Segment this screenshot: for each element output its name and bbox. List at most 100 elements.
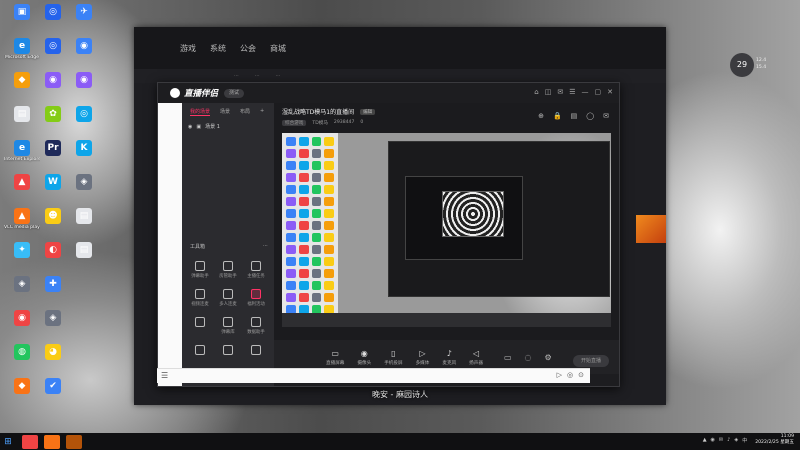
room-title[interactable]: 湿乱战略TD模马1的直播间 — [282, 107, 354, 116]
settings-icon[interactable]: ◎ — [567, 371, 573, 379]
source-tool-icon: ◁ — [472, 348, 480, 358]
app-icon: K — [76, 140, 92, 156]
weather-widget[interactable]: 29 12.4 15.4 — [730, 53, 790, 77]
preview-desktop-mosaic — [282, 133, 338, 327]
start-live-button[interactable]: 开始直播 — [573, 355, 609, 367]
home-icon[interactable]: ⌂ — [534, 88, 538, 97]
mini-icon — [298, 257, 309, 266]
more-icon[interactable]: ⋯ — [263, 243, 268, 250]
source-tool-button[interactable]: ◁ 扬声器 — [469, 349, 483, 366]
taskbar-clock[interactable]: 11:09 2022/2/25 星期五 — [755, 434, 794, 446]
desktop-icon[interactable]: ◉ — [66, 38, 102, 55]
desktop-icon[interactable]: ▤ — [66, 242, 102, 259]
source-tool-button[interactable]: ◉ 摄像头 — [357, 349, 371, 366]
desktop-icon[interactable]: ✚ — [35, 276, 71, 293]
title-pill[interactable]: 测试 — [224, 88, 245, 98]
tool-icon — [195, 289, 205, 299]
desktop-icon[interactable]: ▤ — [66, 208, 102, 225]
desktop-icon[interactable]: ◎ — [66, 106, 102, 123]
game-nav-item[interactable]: 商城 — [270, 43, 286, 54]
extra-tool-icon[interactable]: ⚙ — [545, 353, 552, 362]
edit-tag[interactable]: 编辑 — [360, 108, 376, 115]
tool-item[interactable]: 弹幕助手 — [186, 261, 214, 279]
ime-icon[interactable]: 中 — [742, 437, 747, 444]
game-banner-thumbnail[interactable] — [636, 215, 666, 243]
tray-up-icon[interactable]: ▲ — [703, 437, 707, 443]
start-icon[interactable]: ⊞ — [0, 433, 16, 450]
tray-msg-icon[interactable]: ✉ — [719, 437, 723, 443]
game-nav-item[interactable]: 游戏 — [180, 43, 196, 54]
tool-item[interactable]: 主播任务 — [242, 261, 270, 279]
close-icon[interactable]: ✕ — [607, 88, 613, 97]
taskbar-app-icon[interactable] — [66, 434, 82, 449]
extra-tool-icon[interactable]: ◌ — [525, 353, 532, 362]
desktop-icon[interactable]: ◈ — [66, 174, 102, 191]
menu-icon[interactable]: ☰ — [569, 88, 575, 97]
bell-icon[interactable]: ◯ — [586, 112, 594, 120]
category-chip[interactable]: 综合游戏 — [282, 120, 307, 126]
mail-icon[interactable]: ✉ — [557, 88, 563, 97]
target-icon[interactable]: ⊙ — [578, 371, 584, 379]
stream-preview[interactable] — [282, 133, 611, 327]
taskbar-app-icon[interactable] — [22, 434, 38, 449]
source-tool-button[interactable]: ▷ 多媒体 — [416, 349, 430, 366]
desktop-icon[interactable]: ◈ — [35, 310, 71, 327]
tool-item[interactable]: 视频连麦 — [186, 289, 214, 307]
mini-icon — [324, 233, 334, 242]
source-tool-button[interactable]: ▭ 直播屏幕 — [326, 349, 344, 366]
tool-item[interactable]: 房管助手 — [214, 261, 242, 279]
app-icon: Pr — [45, 140, 61, 156]
source-tool-button[interactable]: ▯ 手机投屏 — [384, 349, 402, 366]
mini-icon — [324, 293, 334, 302]
live-companion-window[interactable]: 直播伴侣 测试 ⌂ ◫ ✉ ☰ — ▢ ✕ 我的场景 场景 布局 + ◉ ▣ 场… — [157, 82, 620, 387]
lock-icon[interactable]: 🔒 — [553, 112, 562, 120]
play-icon[interactable]: ▷ — [557, 371, 562, 379]
lock-icon[interactable]: ▣ — [196, 124, 201, 130]
app-titlebar[interactable]: 直播伴侣 测试 ⌂ ◫ ✉ ☰ — ▢ ✕ — [158, 83, 619, 103]
add-scene-button[interactable]: + — [260, 108, 264, 116]
app-icon: ▲ — [14, 174, 30, 190]
game-nav-item[interactable]: 公会 — [240, 43, 256, 54]
tool-item[interactable]: 福利活动 — [242, 289, 270, 307]
scene-item[interactable]: ◉ ▣ 场景 1 — [182, 119, 274, 134]
tool-item[interactable] — [242, 345, 270, 357]
extra-tool-icon[interactable]: ▭ — [504, 353, 512, 362]
desktop-icon[interactable]: ✔ — [35, 378, 71, 395]
mini-icon — [286, 281, 296, 290]
tool-item[interactable]: 多人连麦 — [214, 289, 242, 307]
desktop-icon[interactable]: ◉ — [66, 72, 102, 89]
desktop-icon[interactable]: K — [66, 140, 102, 157]
eye-icon[interactable]: ◉ — [188, 124, 192, 130]
tray-app-icon[interactable]: ◉ — [711, 437, 715, 443]
tool-item[interactable] — [214, 345, 242, 357]
tool-item[interactable] — [186, 317, 214, 335]
mini-icon — [324, 209, 334, 218]
tab-scenes[interactable]: 场景 — [220, 108, 230, 116]
network-icon[interactable]: ◈ — [734, 437, 738, 443]
tab-layout[interactable]: 布局 — [240, 108, 250, 116]
layout-icon[interactable]: ▤ — [571, 112, 578, 120]
source-tool-label: 摄像头 — [357, 360, 372, 366]
volume-icon[interactable]: ♪ — [727, 437, 730, 443]
menu-icon[interactable]: ☰ — [161, 371, 168, 380]
game-nav-item[interactable]: 系统 — [210, 43, 226, 54]
minimize-icon[interactable]: — — [582, 88, 589, 97]
tool-item[interactable] — [186, 345, 214, 357]
tool-item[interactable]: 数据助手 — [242, 317, 270, 335]
source-tool-icon: ▷ — [419, 348, 426, 358]
chat-input-strip[interactable]: ☰ ▷ ◎ ⊙ — [157, 368, 590, 383]
share-icon[interactable]: ⊕ — [538, 112, 544, 120]
taskbar-app-icon[interactable] — [44, 434, 60, 449]
desktop-icon[interactable]: ◕ — [35, 344, 71, 361]
system-tray: ▲ ◉ ✉ ♪ ◈ 中 11:09 2022/2/25 星期五 — [703, 434, 794, 446]
source-tool-button[interactable]: ♪ 麦克风 — [442, 349, 456, 366]
mini-icon — [324, 257, 334, 266]
tab-my-scenes[interactable]: 我的场景 — [190, 108, 211, 116]
maximize-icon[interactable]: ▢ — [595, 88, 602, 97]
screen-icon[interactable]: ◫ — [545, 88, 552, 97]
tool-item[interactable]: 弹幕库 — [214, 317, 242, 335]
mini-icon — [298, 209, 309, 218]
app-icon: ◆ — [14, 378, 30, 394]
message-icon[interactable]: ✉ — [603, 112, 609, 120]
desktop-icon[interactable]: ✈ — [66, 4, 102, 21]
